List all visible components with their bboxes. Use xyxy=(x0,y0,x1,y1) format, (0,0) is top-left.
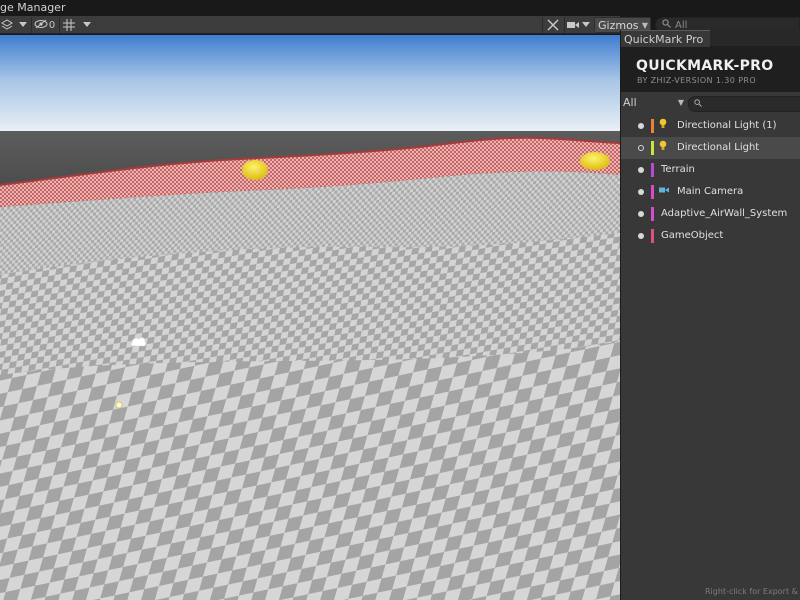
search-placeholder: All xyxy=(675,19,688,31)
color-marker xyxy=(651,163,654,177)
window-title: ge Manager xyxy=(0,1,66,14)
visibility-dot-icon[interactable] xyxy=(638,167,644,173)
layers-icon[interactable] xyxy=(0,17,14,33)
color-marker xyxy=(651,119,654,133)
filter-row: All ▼ xyxy=(621,95,800,113)
version-label: BY ZHIZ-VERSION 1.30 PRO xyxy=(637,76,757,85)
filter-value: All xyxy=(623,96,637,109)
color-marker xyxy=(651,207,654,221)
hidden-eye-icon xyxy=(34,19,48,32)
list-item-label: Adaptive_AirWall_System xyxy=(661,208,788,219)
visibility-count: 0 xyxy=(48,19,56,31)
list-item[interactable]: Adaptive_AirWall_System xyxy=(621,203,800,225)
list-item-label: Directional Light xyxy=(677,142,760,153)
color-marker xyxy=(651,141,654,155)
menu-bar: ge Manager xyxy=(0,0,800,16)
visibility-dot-icon[interactable] xyxy=(638,233,644,239)
scene-toolbar: 0 Gizmos ▼ xyxy=(0,16,651,34)
camera-icon xyxy=(659,184,669,200)
camera-dropdown-chevron-icon[interactable] xyxy=(580,17,592,33)
list-item[interactable]: Directional Light xyxy=(621,137,800,159)
object-list: Directional Light (1) Directional Light Te… xyxy=(621,115,800,247)
tab-bar-empty xyxy=(710,30,800,47)
filter-dropdown[interactable]: All ▼ xyxy=(622,96,686,112)
tab-quickmark-pro[interactable]: QuickMark Pro xyxy=(621,30,710,47)
grid-icon[interactable] xyxy=(59,17,77,33)
grid-dropdown-chevron-icon[interactable] xyxy=(80,17,94,33)
footer-hint: Right-click for Export & xyxy=(705,587,798,596)
list-item-label: Main Camera xyxy=(677,186,744,197)
list-item[interactable]: Main Camera xyxy=(621,181,800,203)
scene-view[interactable] xyxy=(0,35,620,600)
scene-visibility-toggle[interactable]: 0 xyxy=(31,17,57,33)
list-item-label: Directional Light (1) xyxy=(677,120,777,131)
panel-header: QUICKMARK-PRO BY ZHIZ-VERSION 1.30 PRO xyxy=(621,47,800,92)
quickmark-panel: QuickMark Pro QUICKMARK-PRO BY ZHIZ-VERS… xyxy=(620,30,800,600)
color-marker xyxy=(651,185,654,199)
list-item-label: GameObject xyxy=(661,230,724,241)
visibility-dot-icon[interactable] xyxy=(638,211,644,217)
list-item[interactable]: GameObject xyxy=(621,225,800,247)
visibility-dot-icon[interactable] xyxy=(638,145,644,151)
light-bulb-icon xyxy=(659,140,667,157)
color-marker xyxy=(651,229,654,243)
brand-title: QUICKMARK-PRO xyxy=(636,58,774,74)
chevron-down-icon: ▼ xyxy=(677,98,684,107)
visibility-dot-icon[interactable] xyxy=(638,123,644,129)
light-bulb-icon xyxy=(659,118,667,135)
list-item[interactable]: Directional Light (1) xyxy=(621,115,800,137)
list-item-label: Terrain xyxy=(661,164,695,175)
camera-icon[interactable] xyxy=(564,17,580,33)
search-icon xyxy=(694,98,702,110)
chevron-down-icon: ▼ xyxy=(641,20,648,30)
tools-icon[interactable] xyxy=(542,17,562,33)
panel-search-input[interactable] xyxy=(688,96,800,112)
list-item[interactable]: Terrain xyxy=(621,159,800,181)
visibility-dot-icon[interactable] xyxy=(638,189,644,195)
layers-dropdown-chevron-icon[interactable] xyxy=(16,17,30,33)
